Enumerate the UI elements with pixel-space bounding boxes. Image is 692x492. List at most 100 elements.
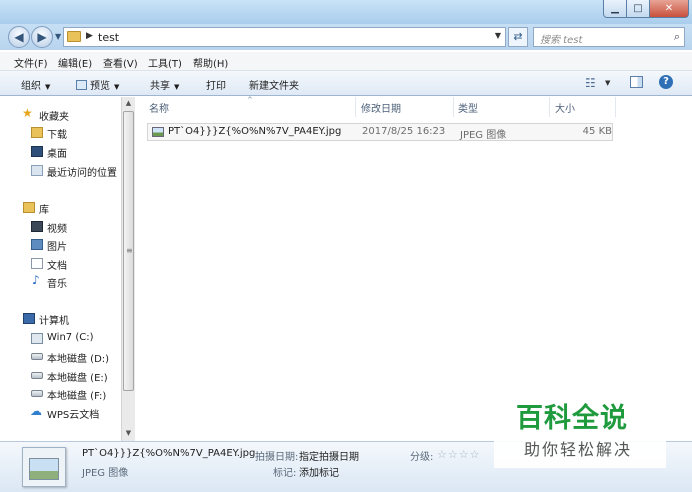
rating-stars[interactable]: ☆☆☆☆ [437, 448, 481, 461]
nav-downloads[interactable]: 下载 [31, 126, 67, 141]
search-icon[interactable]: ⌕ [674, 30, 680, 44]
preview-icon [76, 80, 87, 90]
scroll-grip-icon: ≡ [126, 246, 133, 255]
nav-drive-c[interactable]: Win7 (C:) [31, 332, 93, 344]
rating-label: 分级: [410, 452, 434, 463]
star-icon[interactable]: ☆ [437, 448, 448, 461]
menu-tools[interactable]: 工具(T) [148, 55, 182, 70]
music-note-icon: ♪ [32, 273, 40, 287]
recent-places-icon [31, 165, 43, 176]
menu-file[interactable]: 文件(F) [14, 55, 48, 70]
column-divider[interactable] [549, 97, 550, 117]
nav-drive-f-label: 本地磁盘 (F:) [47, 391, 107, 402]
minimize-button[interactable]: ▁ [603, 0, 627, 18]
watermark-subtitle: 助你轻松解决 [524, 440, 633, 459]
computer-icon [23, 313, 35, 324]
print-button[interactable]: 打印 [206, 77, 226, 92]
nav-drive-f[interactable]: 本地磁盘 (F:) [31, 387, 107, 402]
menu-help[interactable]: 帮助(H) [193, 55, 228, 70]
column-header-size[interactable]: 大小 [555, 100, 575, 115]
library-icon [23, 202, 35, 213]
details-file-name: PT`O4}}}Z{%O%N%7V_PA4EY.jpg [82, 448, 256, 459]
forward-button[interactable]: ▶ [31, 26, 53, 48]
chevron-down-icon: ▼ [45, 83, 51, 91]
view-options-icon[interactable]: ☷ [585, 76, 596, 90]
file-thumbnail [22, 447, 66, 487]
maximize-button[interactable]: □ [626, 0, 650, 18]
nav-drive-e-label: 本地磁盘 (E:) [47, 373, 108, 384]
nav-desktop[interactable]: 桌面 [31, 145, 67, 160]
nav-music-label: 音乐 [47, 279, 67, 290]
tags-value[interactable]: 添加标记 [299, 464, 339, 479]
file-name: PT`O4}}}Z{%O%N%7V_PA4EY.jpg [168, 126, 342, 137]
share-button[interactable]: 共享 ▼ [150, 77, 179, 92]
view-dropdown-icon[interactable]: ▼ [605, 79, 610, 87]
video-library-icon [31, 221, 43, 232]
nav-favorites[interactable]: ★ 收藏夹 [22, 106, 69, 123]
file-modified: 2017/8/25 16:23 [362, 126, 446, 137]
tags-label: 标记: [273, 468, 297, 479]
folder-icon [67, 31, 81, 42]
nav-scrollbar[interactable]: ▲ ≡ ▼ [121, 97, 135, 441]
refresh-button[interactable]: ⇄ [508, 27, 528, 47]
date-taken-value[interactable]: 指定拍摄日期 [299, 448, 359, 463]
nav-downloads-label: 下载 [47, 130, 67, 141]
nav-recent[interactable]: 最近访问的位置 [31, 164, 117, 179]
close-button[interactable]: ✕ [649, 0, 689, 18]
nav-videos-label: 视频 [47, 224, 67, 235]
star-icon[interactable]: ☆ [470, 448, 481, 461]
nav-wps-cloud[interactable]: ☁ WPS云文档 [30, 404, 99, 421]
address-bar[interactable]: ▶ test ▼ [63, 27, 506, 47]
hard-disk-icon [31, 372, 43, 379]
nav-desktop-label: 桌面 [47, 149, 67, 160]
details-file-type: JPEG 图像 [82, 468, 129, 479]
preview-pane-icon[interactable] [630, 76, 643, 88]
nav-drive-e[interactable]: 本地磁盘 (E:) [31, 369, 108, 384]
column-divider[interactable] [453, 97, 454, 117]
nav-drive-d[interactable]: 本地磁盘 (D:) [31, 350, 109, 365]
menu-view[interactable]: 查看(V) [103, 55, 138, 70]
nav-computer-label: 计算机 [39, 316, 69, 327]
breadcrumb-chevron-icon[interactable]: ▶ [86, 31, 93, 41]
scroll-up-arrow-icon[interactable]: ▲ [122, 99, 135, 109]
column-divider[interactable] [355, 97, 356, 117]
nav-favorites-label: 收藏夹 [39, 112, 69, 123]
jpeg-image-icon [152, 127, 164, 137]
star-icon[interactable]: ☆ [448, 448, 459, 461]
new-folder-button[interactable]: 新建文件夹 [249, 77, 299, 92]
watermark: 百科全说 助你轻松解决 [494, 382, 666, 468]
cloud-icon: ☁ [30, 404, 42, 418]
scroll-thumb[interactable]: ≡ [123, 111, 134, 391]
nav-documents[interactable]: 文档 [31, 257, 67, 272]
column-header-type[interactable]: 类型 [458, 100, 478, 115]
date-taken-label: 拍摄日期: [255, 452, 299, 463]
address-dropdown-icon[interactable]: ▼ [495, 31, 501, 40]
nav-pictures[interactable]: 图片 [31, 238, 67, 253]
nav-recent-label: 最近访问的位置 [47, 168, 117, 179]
column-header-modified[interactable]: 修改日期 [361, 100, 401, 115]
share-label: 共享 [150, 81, 170, 92]
scroll-down-arrow-icon[interactable]: ▼ [122, 429, 135, 439]
nav-libraries-label: 库 [39, 205, 49, 216]
column-header-name[interactable]: 名称 [149, 100, 169, 115]
menu-bar: 文件(F) 编辑(E) 查看(V) 工具(T) 帮助(H) [0, 52, 692, 71]
nav-pictures-label: 图片 [47, 242, 67, 253]
preview-button[interactable]: 预览 ▼ [76, 77, 119, 92]
breadcrumb-current[interactable]: test [98, 31, 119, 44]
nav-videos[interactable]: 视频 [31, 220, 67, 235]
menu-edit[interactable]: 编辑(E) [58, 55, 92, 70]
nav-libraries[interactable]: 库 [23, 201, 49, 216]
recent-pages-dropdown[interactable]: ▼ [55, 32, 61, 41]
nav-music[interactable]: ♪ 音乐 [32, 273, 67, 290]
search-input[interactable]: 搜索 test ⌕ [533, 27, 685, 47]
preview-label: 预览 [90, 81, 110, 92]
help-icon[interactable]: ? [659, 75, 673, 89]
organize-button[interactable]: 组织 ▼ [21, 77, 50, 92]
column-divider[interactable] [615, 97, 616, 117]
back-button[interactable]: ◀ [8, 26, 30, 48]
search-placeholder: 搜索 test [540, 35, 583, 46]
chevron-down-icon: ▼ [114, 83, 120, 91]
star-icon[interactable]: ☆ [459, 448, 470, 461]
file-row[interactable]: PT`O4}}}Z{%O%N%7V_PA4EY.jpg 2017/8/25 16… [147, 123, 613, 141]
nav-computer[interactable]: 计算机 [23, 312, 69, 327]
